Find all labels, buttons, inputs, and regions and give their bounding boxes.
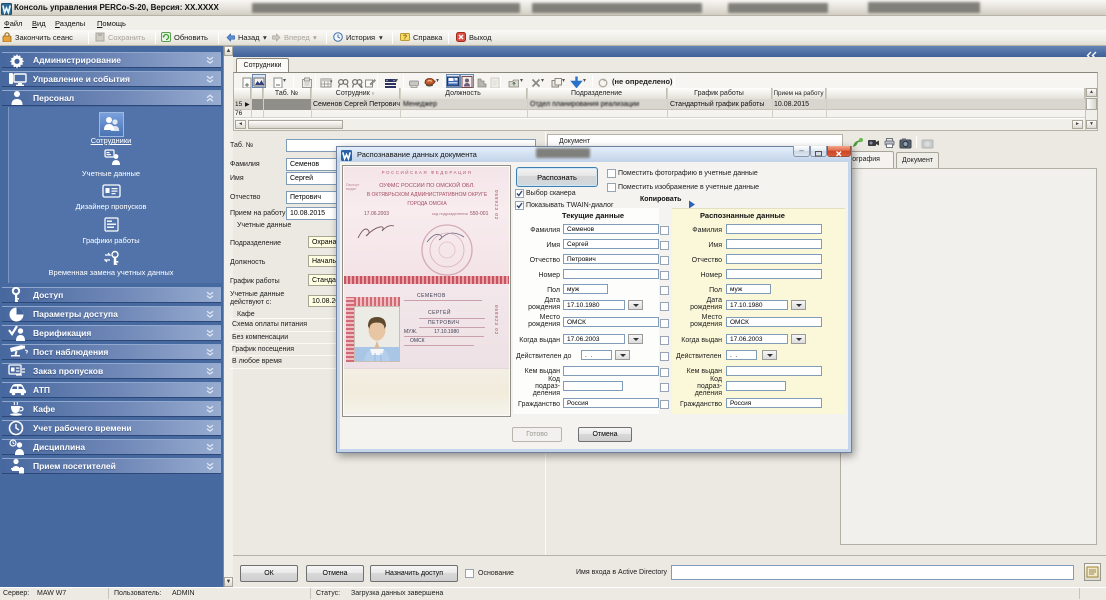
svg-text:?: ? — [403, 35, 407, 42]
